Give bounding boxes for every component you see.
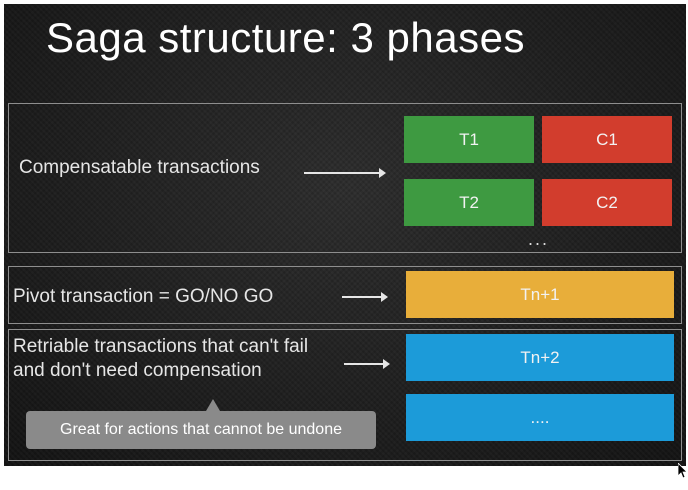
compensatable-arrow: [304, 167, 386, 179]
pivot-arrow: [342, 291, 388, 303]
tn2-box: Tn+2: [406, 334, 674, 381]
retriable-ellipsis-box: ....: [406, 394, 674, 441]
t1-box: T1: [404, 116, 534, 163]
c1-box: C1: [542, 116, 672, 163]
tn1-box: Tn+1: [406, 271, 674, 318]
pivot-label: Pivot transaction = GO/NO GO: [13, 286, 274, 307]
retriable-arrow: [344, 358, 390, 370]
c2-box: C2: [542, 179, 672, 226]
compensatable-label: Compensatable transactions: [19, 157, 260, 178]
slide-title: Saga structure: 3 phases: [46, 14, 525, 61]
t2-box: T2: [404, 179, 534, 226]
mouse-cursor-icon: [678, 463, 688, 479]
compensatable-ellipsis: ...: [528, 229, 550, 249]
retriable-label-line1: Retriable transactions that can't fail: [13, 336, 309, 357]
slide: Saga structure: 3 phases Compensatable t…: [4, 4, 686, 466]
tooltip-tail: [206, 399, 220, 411]
tooltip: Great for actions that cannot be undone: [26, 411, 376, 449]
retriable-label-line2: and don't need compensation: [13, 360, 262, 381]
